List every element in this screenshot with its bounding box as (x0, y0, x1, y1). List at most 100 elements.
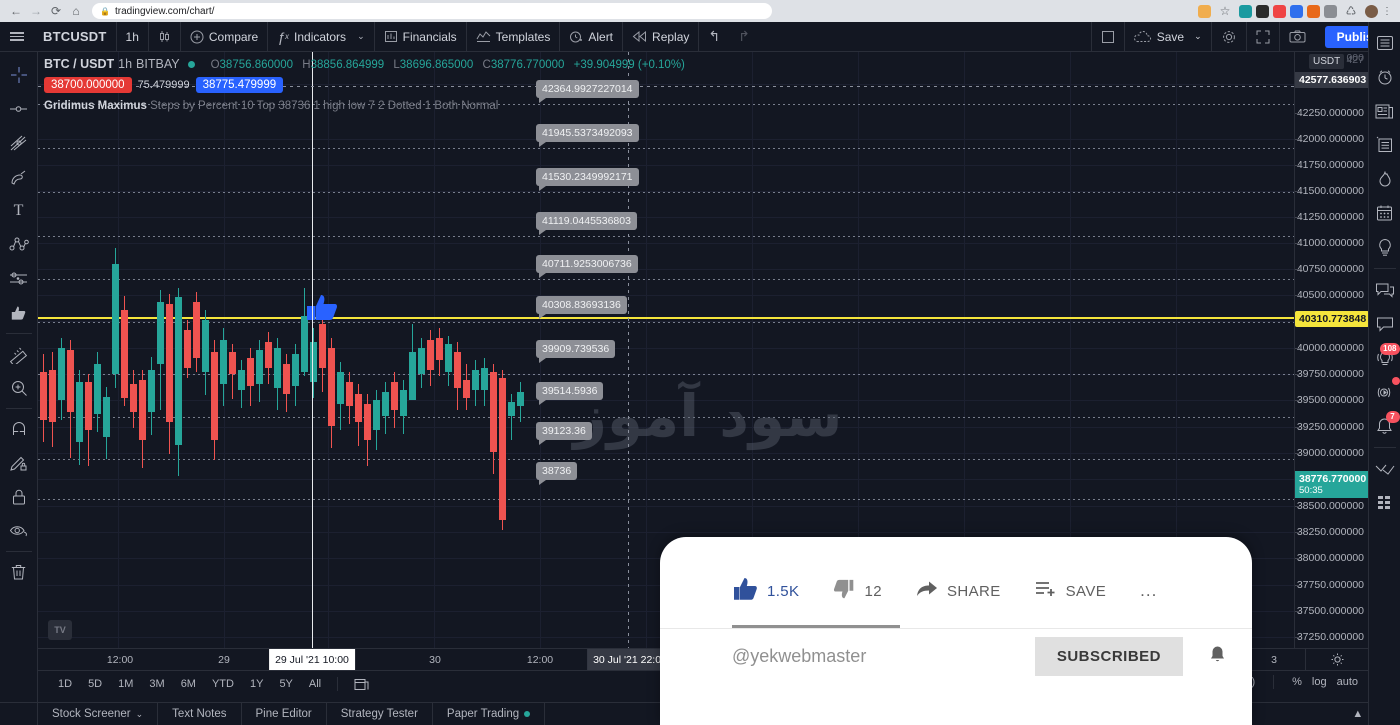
more-actions-button[interactable]: ... (1140, 581, 1157, 601)
shield-extension-icon[interactable] (1239, 4, 1252, 18)
log-toggle[interactable]: log (1312, 676, 1327, 688)
calendar-icon[interactable] (346, 671, 377, 697)
broadcast-icon[interactable] (1369, 375, 1400, 409)
templates-button[interactable]: Templates (467, 21, 561, 52)
dislike-button[interactable]: 12 (833, 578, 882, 604)
pitchfork-tool-icon[interactable] (0, 126, 38, 160)
zoom-tool-icon[interactable] (0, 371, 38, 405)
price-scale[interactable]: 427 USDT 000 + 42577.636903 42250.000000… (1294, 52, 1368, 648)
chart-type-button[interactable] (149, 21, 181, 52)
star-bookmark-icon[interactable]: ☆ (1215, 1, 1235, 21)
layers-icon[interactable] (1369, 486, 1400, 520)
brightness-icon[interactable] (1305, 649, 1368, 670)
auto-toggle[interactable]: auto (1337, 676, 1358, 688)
public-chats-icon[interactable] (1369, 273, 1400, 307)
notification-bell-icon[interactable] (1209, 645, 1226, 668)
yellow-price-line[interactable] (38, 317, 1294, 319)
tab-strategy-tester[interactable]: Strategy Tester (327, 702, 433, 725)
range-6m[interactable]: 6M (173, 671, 204, 697)
magnet-tool-icon[interactable] (0, 412, 38, 446)
like-button[interactable]: 1.5K (732, 576, 799, 606)
prediction-tool-icon[interactable] (0, 262, 38, 296)
cat-extension-icon[interactable] (1256, 4, 1269, 18)
reload-icon[interactable]: ⟳ (46, 1, 66, 21)
save-button[interactable]: Save ⌄ (1123, 21, 1211, 52)
range-1m[interactable]: 1M (110, 671, 141, 697)
range-1y[interactable]: 1Y (242, 671, 271, 697)
address-bar[interactable]: 🔒 tradingview.com/chart/ (92, 3, 772, 19)
alerts-clock-icon[interactable] (1369, 60, 1400, 94)
symbol-button[interactable]: BTCUSDT (34, 21, 117, 52)
tab-text-notes[interactable]: Text Notes (158, 702, 242, 725)
undo-icon[interactable]: ↰ (699, 22, 729, 52)
redo-icon[interactable]: ↱ (729, 22, 759, 52)
patterns-tool-icon[interactable] (0, 228, 38, 262)
crosshair-tool-icon[interactable] (0, 58, 38, 92)
range-5d[interactable]: 5D (80, 671, 110, 697)
drawing-mode-tool-icon[interactable] (0, 446, 38, 480)
chart-settings-button[interactable] (1210, 21, 1246, 52)
legend-pair[interactable]: BTC / USDT (44, 57, 114, 71)
range-3m[interactable]: 3M (141, 671, 172, 697)
private-chats-icon[interactable] (1369, 307, 1400, 341)
grey-extension-icon[interactable] (1324, 4, 1337, 18)
trend-line-tool-icon[interactable] (0, 92, 38, 126)
ideas-bulb-icon[interactable] (1369, 230, 1400, 264)
yellow-line-price-label[interactable]: 40310.773848 (1295, 311, 1368, 327)
text-tool-icon[interactable]: T (0, 194, 38, 228)
range-ytd[interactable]: YTD (204, 671, 242, 697)
fullscreen-button[interactable] (1245, 21, 1279, 52)
range-all[interactable]: All (301, 671, 329, 697)
calendar-icon[interactable] (1369, 196, 1400, 230)
chevron-down-icon[interactable]: ⌄ (357, 31, 365, 42)
remove-drawings-tool-icon[interactable] (0, 555, 38, 589)
range-1d[interactable]: 1D (50, 671, 80, 697)
layout-select-button[interactable] (1090, 21, 1124, 52)
emoji-thumbsup-tool-icon[interactable] (0, 296, 38, 330)
replay-button[interactable]: Replay (623, 21, 700, 52)
chevron-up-icon[interactable]: ▲ (1352, 708, 1363, 720)
tab-paper-trading[interactable]: Paper Trading (433, 702, 546, 725)
measure-tool-icon[interactable] (0, 337, 38, 371)
share-button[interactable]: SHARE (916, 580, 1001, 602)
indicator-name[interactable]: Gridimus Maximus (44, 100, 147, 112)
time-tick: 29 (218, 654, 230, 666)
chevron-down-icon[interactable]: ⌄ (1194, 31, 1202, 42)
save-button[interactable]: SAVE (1035, 580, 1107, 602)
hotlist-flame-icon[interactable] (1369, 162, 1400, 196)
channel-handle[interactable]: @yekwebmaster (732, 646, 866, 667)
news-icon[interactable] (1369, 94, 1400, 128)
blue-extension-icon[interactable] (1290, 4, 1303, 18)
tab-pine-editor[interactable]: Pine Editor (242, 702, 327, 725)
back-arrow-icon[interactable]: ← (6, 1, 26, 21)
ideas-stream-icon[interactable]: 108 (1369, 341, 1400, 375)
data-window-icon[interactable] (1369, 128, 1400, 162)
chrome-menu-icon[interactable]: ⋮ (1382, 6, 1392, 17)
red-extension-icon[interactable] (1273, 4, 1286, 18)
notifications-bell-icon[interactable]: 7 (1369, 409, 1400, 443)
key-extension-icon[interactable] (1198, 4, 1211, 18)
subscribed-button[interactable]: SUBSCRIBED (1034, 636, 1183, 676)
snapshot-button[interactable] (1278, 21, 1315, 52)
alert-button[interactable]: Alert (560, 21, 624, 52)
tab-stock-screener[interactable]: Stock Screener ⌄ (38, 702, 159, 725)
lock-drawings-tool-icon[interactable] (0, 480, 38, 514)
puzzle-extensions-icon[interactable]: ♺ (1341, 1, 1361, 21)
hide-drawings-tool-icon[interactable] (0, 514, 38, 548)
indicators-button[interactable]: ƒx Indicators ⌄ (268, 21, 375, 52)
financials-button[interactable]: Financials (375, 21, 467, 52)
compare-button[interactable]: Compare (181, 21, 269, 52)
interval-button[interactable]: 1h (117, 21, 149, 52)
forward-arrow-icon[interactable]: → (26, 1, 46, 21)
home-icon[interactable]: ⌂ (66, 1, 86, 21)
profile-avatar[interactable] (1365, 4, 1378, 18)
object-tree-icon[interactable] (1369, 452, 1400, 486)
chevron-down-icon[interactable]: ⌄ (136, 709, 144, 720)
fox-extension-icon[interactable] (1307, 4, 1320, 18)
brush-tool-icon[interactable] (0, 160, 38, 194)
range-5y[interactable]: 5Y (271, 671, 300, 697)
percent-toggle[interactable]: % (1292, 676, 1302, 688)
thumbsup-emoji-drawing[interactable] (304, 292, 340, 325)
watchlist-icon[interactable] (1369, 26, 1400, 60)
hamburger-menu-icon[interactable] (0, 32, 34, 41)
